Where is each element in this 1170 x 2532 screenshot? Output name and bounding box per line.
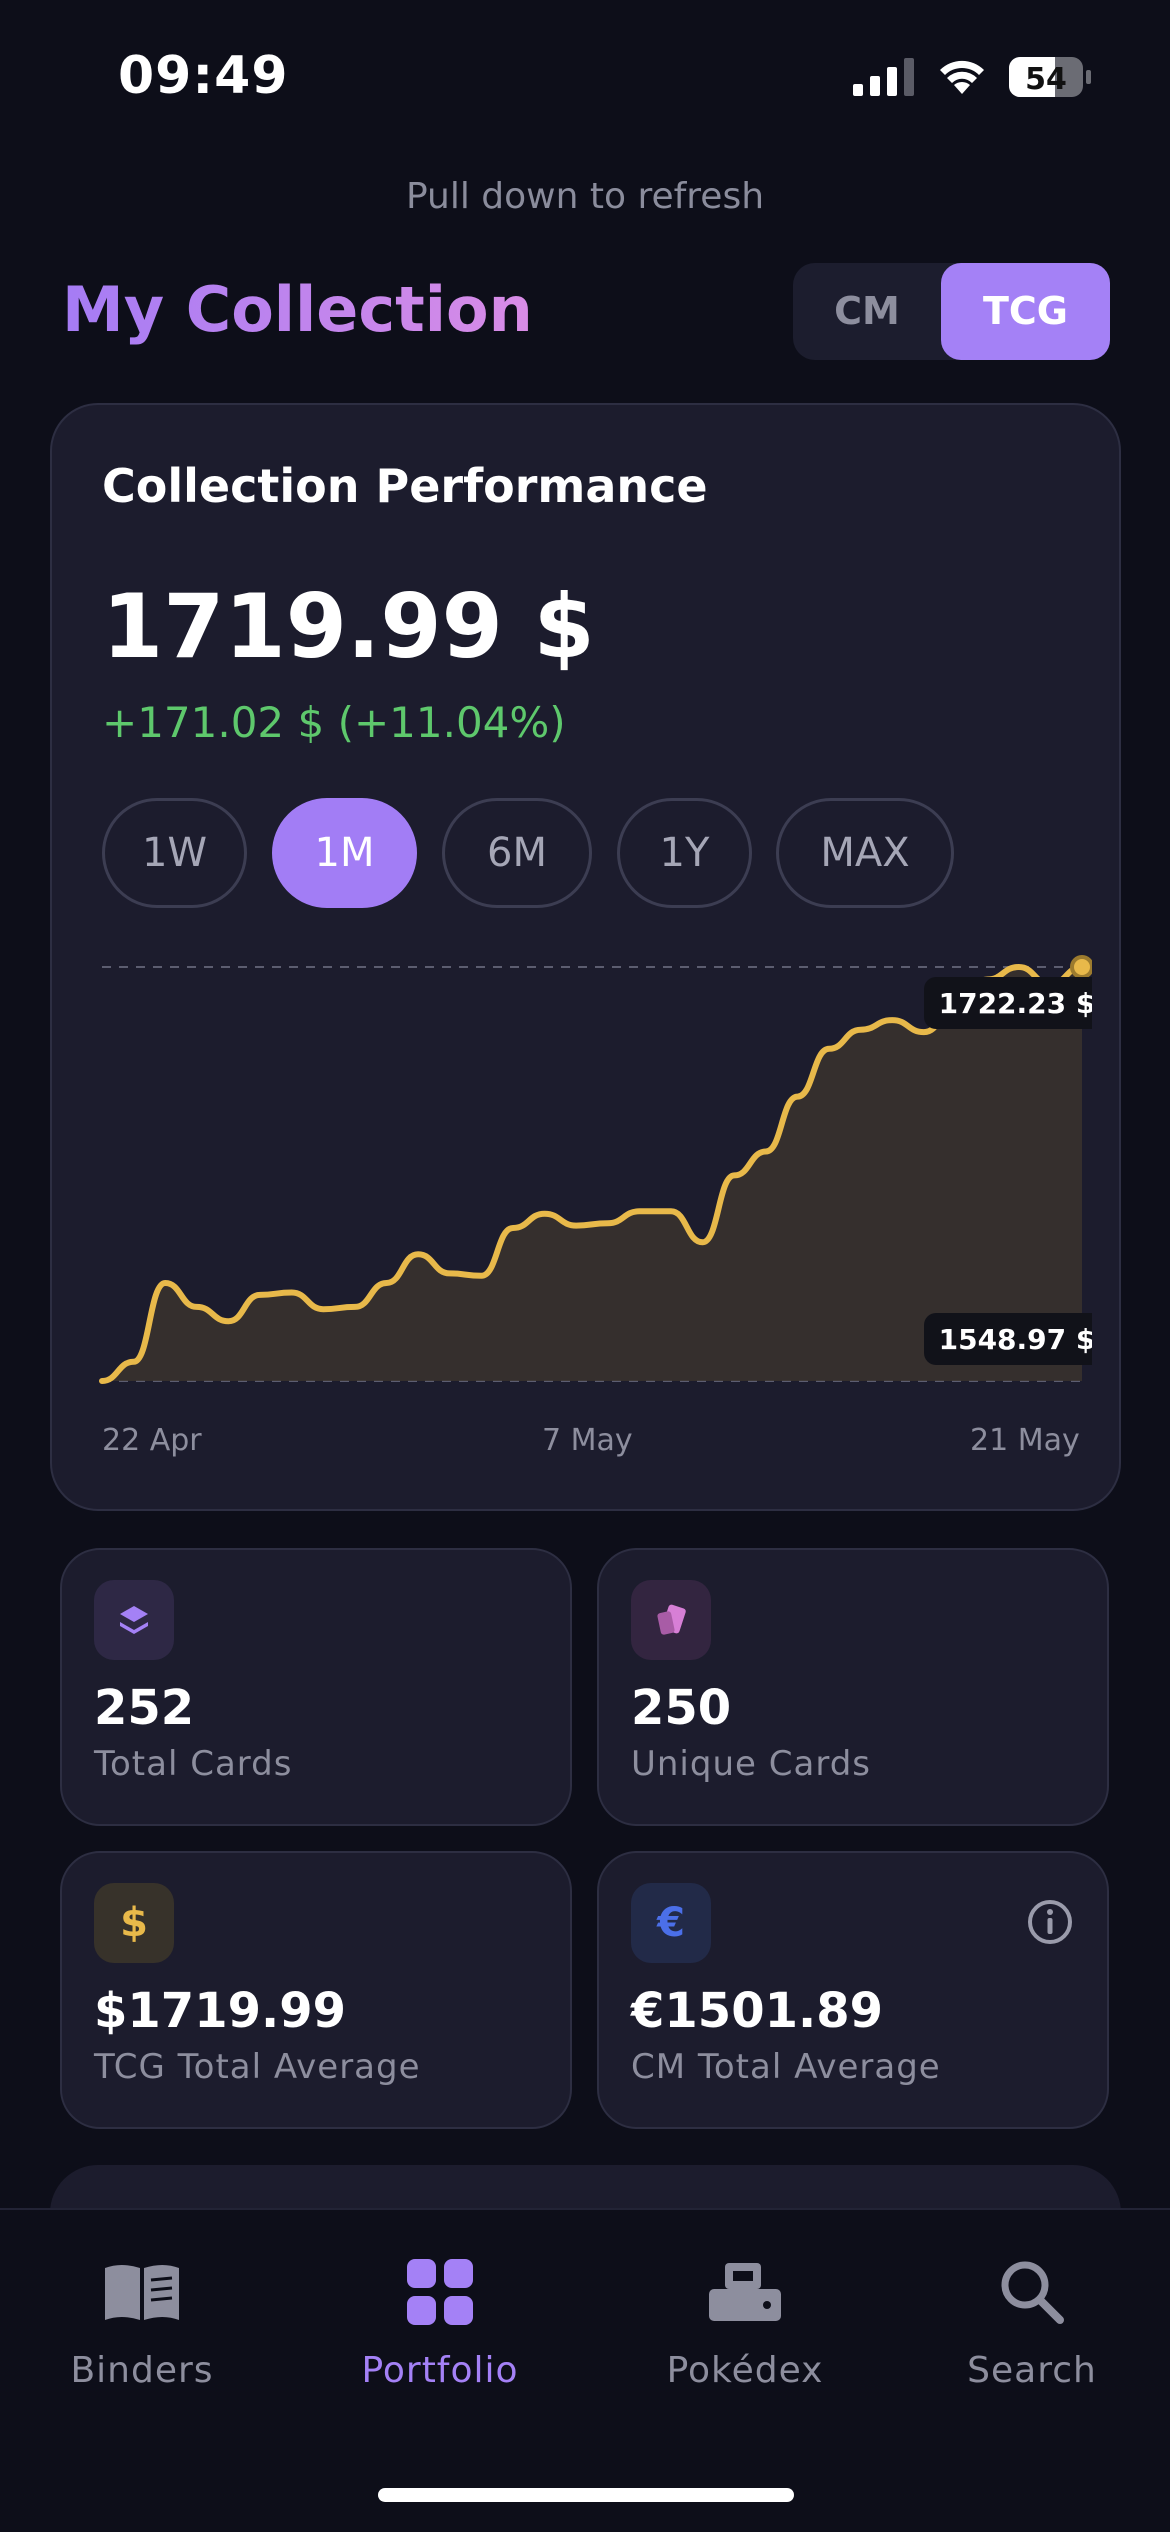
tab-label: Search <box>967 2350 1097 2391</box>
cards-icon <box>631 1580 711 1660</box>
book-icon <box>22 2252 262 2332</box>
min-value-text: 1548.97 $ <box>939 1323 1092 1356</box>
range-max-button[interactable]: MAX <box>776 798 954 908</box>
segment-tcg[interactable]: TCG <box>941 263 1110 360</box>
segment-cm[interactable]: CM <box>793 263 941 360</box>
performance-chart: 1722.23 $ 1548.97 $ <box>99 955 1092 1384</box>
stat-value: $1719.99 <box>94 1983 347 2039</box>
euro-icon: € <box>631 1883 711 1963</box>
min-value-label: 1548.97 $ <box>924 1313 1092 1365</box>
cellular-signal-icon <box>853 58 914 96</box>
stat-value: €1501.89 <box>631 1983 884 2039</box>
dollar-icon: $ <box>94 1883 174 1963</box>
grid-icon <box>320 2252 560 2332</box>
info-icon[interactable] <box>1025 1897 1075 1947</box>
home-indicator <box>378 2488 794 2502</box>
battery-level: 54 <box>1025 62 1067 97</box>
collection-performance-card: Collection Performance 1719.99 $ +171.02… <box>50 403 1121 1511</box>
card-title: Collection Performance <box>102 459 708 513</box>
pull-to-refresh-hint: Pull down to refresh <box>405 176 765 217</box>
max-value-label: 1722.23 $ <box>924 977 1092 1029</box>
battery-icon: 54 <box>1009 57 1091 97</box>
stat-label: Total Cards <box>94 1744 293 1784</box>
stat-card-unique-cards[interactable]: 250 Unique Cards <box>597 1548 1109 1826</box>
pokedex-icon <box>625 2252 865 2332</box>
search-icon <box>912 2252 1152 2332</box>
x-tick-mid: 7 May <box>542 1423 633 1458</box>
range-1m-button[interactable]: 1M <box>272 798 417 908</box>
layers-icon <box>94 1580 174 1660</box>
source-segmented-control: CM TCG <box>793 263 1110 360</box>
bottom-tab-bar: Binders Portfolio Pokédex Search <box>0 2208 1170 2532</box>
portfolio-change: +171.02 $ (+11.04%) <box>102 698 566 747</box>
wifi-icon <box>940 60 984 94</box>
stat-value: 250 <box>631 1680 732 1736</box>
x-tick-start: 22 Apr <box>102 1423 202 1458</box>
stat-value: 252 <box>94 1680 195 1736</box>
range-1y-button[interactable]: 1Y <box>617 798 752 908</box>
stat-card-cm-average[interactable]: € €1501.89 CM Total Average <box>597 1851 1109 2129</box>
chart-endpoint <box>1070 955 1092 979</box>
range-1w-button[interactable]: 1W <box>102 798 247 908</box>
stat-label: TCG Total Average <box>94 2047 421 2087</box>
max-value-text: 1722.23 $ <box>939 987 1092 1020</box>
range-6m-button[interactable]: 6M <box>442 798 592 908</box>
portfolio-value: 1719.99 $ <box>102 575 595 678</box>
stat-label: CM Total Average <box>631 2047 941 2087</box>
stat-label: Unique Cards <box>631 1744 871 1784</box>
stat-card-tcg-average[interactable]: $ $1719.99 TCG Total Average <box>60 1851 572 2129</box>
tab-label: Portfolio <box>361 2350 519 2391</box>
tab-label: Binders <box>70 2350 214 2391</box>
status-time: 09:49 <box>118 46 289 106</box>
page-title: My Collection <box>62 273 533 346</box>
stat-card-total-cards[interactable]: 252 Total Cards <box>60 1548 572 1826</box>
tab-label: Pokédex <box>666 2350 824 2391</box>
x-tick-end: 21 May <box>970 1423 1080 1458</box>
